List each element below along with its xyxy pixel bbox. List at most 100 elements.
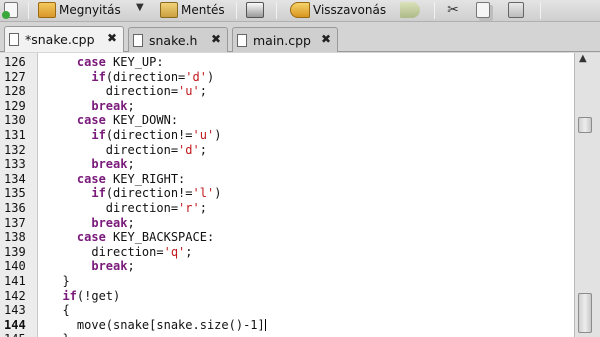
code-editor[interactable]: 126 case KEY_UP: 127 if(direction='d') 128… xyxy=(0,53,574,337)
code-line[interactable]: 135 if(direction!='l') xyxy=(0,186,574,201)
code-line[interactable]: 142 if(!get) xyxy=(0,289,574,304)
keyword-token: if xyxy=(62,288,77,303)
line-number: 144 xyxy=(4,317,26,332)
code-token: ; xyxy=(185,244,193,259)
code-text: if(direction!='u') xyxy=(48,128,221,143)
string-token: 'q' xyxy=(163,244,186,259)
code-token: ; xyxy=(127,98,135,113)
code-text: break; xyxy=(48,215,134,231)
document-icon xyxy=(133,33,143,47)
vertical-scrollbar[interactable]: ▲ xyxy=(574,53,600,337)
undo-icon xyxy=(290,2,310,18)
code-line[interactable]: 127 if(direction='d') xyxy=(0,70,574,85)
keyword-token: case xyxy=(76,230,106,245)
keyword-token: if xyxy=(91,128,106,142)
code-token: (direction!= xyxy=(105,186,193,201)
cut-button[interactable]: ✂ xyxy=(444,0,465,20)
code-line[interactable]: 139 direction='q'; xyxy=(0,245,574,260)
toolbar-separator xyxy=(434,2,435,19)
tab-snake-h[interactable]: snake.h ✖ xyxy=(128,27,228,52)
undo-button[interactable]: Visszavonás xyxy=(290,0,386,20)
code-line[interactable]: 138 case KEY_BACKSPACE: xyxy=(0,230,574,245)
scroll-thumb[interactable] xyxy=(578,117,592,133)
code-token: ; xyxy=(199,84,207,99)
code-line[interactable]: 136 direction='r'; xyxy=(0,201,574,216)
tab-bar: *snake.cpp ✖ snake.h ✖ main.cpp ✖ xyxy=(0,22,600,52)
code-text: case KEY_RIGHT: xyxy=(48,172,185,187)
tab-label: main.cpp xyxy=(253,32,311,48)
toolbar: Megnyitás ▼ Mentés Visszavonás ✂ xyxy=(0,0,600,22)
code-token: KEY_BACKSPACE: xyxy=(105,230,215,245)
code-line[interactable]: 132 direction='d'; xyxy=(0,143,574,158)
code-line[interactable]: 137 break; xyxy=(0,216,574,231)
copy-button[interactable] xyxy=(476,0,493,20)
code-text: } xyxy=(48,332,69,337)
string-token: 'r' xyxy=(178,201,200,215)
line-number: 137 xyxy=(4,215,26,230)
save-button[interactable]: Mentés xyxy=(160,0,225,20)
open-button[interactable]: Megnyitás xyxy=(38,0,121,20)
scroll-thumb[interactable] xyxy=(578,293,592,333)
code-token: KEY_UP: xyxy=(105,55,164,69)
code-line[interactable]: 126 case KEY_UP: xyxy=(0,55,574,70)
line-number: 136 xyxy=(4,201,26,215)
code-line[interactable]: 143 { xyxy=(0,303,574,318)
save-label: Mentés xyxy=(181,3,225,17)
code-line[interactable]: 145 } xyxy=(0,332,574,337)
tab-main-cpp[interactable]: main.cpp ✖ xyxy=(232,27,338,52)
toolbar-separator xyxy=(540,2,541,19)
line-number: 139 xyxy=(4,244,26,259)
code-line[interactable]: 128 direction='u'; xyxy=(0,84,574,99)
string-token: 'u' xyxy=(178,84,200,99)
toolbar-separator xyxy=(276,2,277,19)
code-line[interactable]: 133 break; xyxy=(0,157,574,172)
code-line[interactable]: 144 move(snake[snake.size()-1] xyxy=(0,318,574,333)
redo-button[interactable] xyxy=(400,0,423,20)
code-line[interactable]: 140 break; xyxy=(0,259,574,274)
keyword-token: break xyxy=(91,215,128,230)
tab-snake-cpp[interactable]: *snake.cpp ✖ xyxy=(4,26,124,52)
scroll-up-icon[interactable]: ▲ xyxy=(579,53,587,64)
code-token: direction= xyxy=(105,142,179,157)
code-line[interactable]: 130 case KEY_DOWN: xyxy=(0,113,574,128)
keyword-token: break xyxy=(91,98,128,113)
print-button[interactable] xyxy=(246,0,267,20)
code-token: direction= xyxy=(91,244,164,259)
code-token: (direction= xyxy=(105,69,186,84)
undo-label: Visszavonás xyxy=(313,3,387,17)
line-number: 130 xyxy=(4,113,26,128)
line-number: 127 xyxy=(4,69,26,84)
close-icon[interactable]: ✖ xyxy=(211,32,221,46)
code-token: } xyxy=(62,274,70,288)
code-line[interactable]: 129 break; xyxy=(0,99,574,114)
code-line[interactable]: 131 if(direction!='u') xyxy=(0,128,574,143)
code-token: (!get) xyxy=(76,288,121,303)
close-icon[interactable]: ✖ xyxy=(107,31,117,45)
string-token: 'u' xyxy=(192,128,215,142)
chevron-down-icon[interactable]: ▼ xyxy=(136,2,144,13)
code-line[interactable]: 134 case KEY_RIGHT: xyxy=(0,172,574,187)
new-document-button[interactable] xyxy=(2,0,21,20)
code-text: } xyxy=(48,274,70,289)
line-number: 128 xyxy=(4,84,26,99)
code-token: } xyxy=(62,332,69,337)
line-number: 143 xyxy=(4,303,26,318)
line-number: 138 xyxy=(4,230,26,245)
open-folder-icon xyxy=(38,2,56,18)
close-icon[interactable]: ✖ xyxy=(321,32,331,46)
code-token: { xyxy=(62,303,70,318)
code-line[interactable]: 141 } xyxy=(0,274,574,289)
paste-button[interactable] xyxy=(508,0,527,20)
keyword-token: break xyxy=(91,259,128,274)
